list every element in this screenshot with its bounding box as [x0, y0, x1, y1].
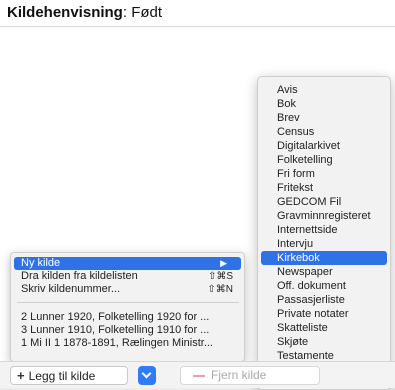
menu-item-recent-source[interactable]: 2 Lunner 1920, Folketelling 1920 for ...	[14, 311, 241, 324]
menu-item-shortcut: ⇧⌘N	[207, 284, 233, 295]
add-source-button[interactable]: + Legg til kilde	[10, 366, 128, 385]
submenu-item[interactable]: Intervju	[261, 237, 387, 251]
submenu-item[interactable]: Skjøte	[261, 335, 387, 349]
submenu-item[interactable]: Fritekst	[261, 181, 387, 195]
submenu-arrow-icon: ▶	[220, 258, 227, 268]
plus-icon: +	[17, 368, 25, 383]
remove-source-label: Fjern kilde	[211, 368, 267, 382]
add-source-label: Legg til kilde	[28, 369, 96, 383]
submenu-item[interactable]: Private notater	[261, 307, 387, 321]
menu-item-label: 3 Lunner 1910, Folketelling 1910 for ...	[21, 324, 210, 336]
menu-item-label: 1 Mi II 1 1878-1891, Rælingen Ministr...	[21, 337, 213, 349]
submenu-item[interactable]: Fri form	[261, 167, 387, 181]
submenu-item[interactable]: Digitalarkivet	[261, 139, 387, 153]
menu-item-recent-source[interactable]: 1 Mi II 1 1878-1891, Rælingen Ministr...	[14, 337, 241, 350]
menu-separator	[17, 302, 239, 303]
submenu-item[interactable]: Skatteliste	[261, 321, 387, 335]
submenu-item[interactable]: Newspaper	[261, 265, 387, 279]
source-citation-panel: Kildehenvisning: Født Ny kilde ▶ Dra kil…	[0, 0, 395, 390]
menu-item-type-source-number[interactable]: Skriv kildenummer... ⇧⌘N	[14, 283, 241, 296]
menu-item-new-source[interactable]: Ny kilde ▶	[14, 257, 241, 270]
submenu-item[interactable]: Internettside	[261, 223, 387, 237]
menu-item-drag-source[interactable]: Dra kilden fra kildelisten ⇧⌘S	[14, 270, 241, 283]
add-source-dropdown-button[interactable]	[138, 366, 156, 385]
submenu-item[interactable]: GEDCOM Fil	[261, 195, 387, 209]
new-source-type-submenu: Avis Bok Brev Census Digitalarkivet Folk…	[257, 76, 391, 390]
menu-item-label: 2 Lunner 1920, Folketelling 1920 for ...	[21, 311, 210, 323]
title-bar: Kildehenvisning: Født	[0, 0, 395, 27]
chevron-down-icon	[141, 368, 152, 379]
menu-item-label: Dra kilden fra kildelisten	[21, 270, 138, 282]
submenu-item[interactable]: Bok	[261, 97, 387, 111]
minus-icon	[193, 374, 205, 377]
remove-source-button[interactable]: Fjern kilde	[180, 366, 320, 385]
submenu-item[interactable]: Gravminnregisteret	[261, 209, 387, 223]
add-source-menu: Ny kilde ▶ Dra kilden fra kildelisten ⇧⌘…	[10, 252, 245, 362]
submenu-item[interactable]: Folketelling	[261, 153, 387, 167]
bottom-toolbar: + Legg til kilde Fjern kilde	[0, 361, 395, 388]
submenu-item-selected[interactable]: Kirkebok	[261, 251, 387, 265]
submenu-item[interactable]: Brev	[261, 111, 387, 125]
title-value: : Født	[122, 4, 163, 21]
menu-item-recent-source[interactable]: 3 Lunner 1910, Folketelling 1910 for ...	[14, 324, 241, 337]
menu-item-shortcut: ⇧⌘S	[207, 271, 233, 282]
submenu-item[interactable]: Avis	[261, 83, 387, 97]
title-label: Kildehenvisning	[7, 4, 123, 21]
submenu-item[interactable]: Off. dokument	[261, 279, 387, 293]
menu-item-label: Ny kilde	[21, 257, 61, 269]
panel-title: Kildehenvisning: Født	[7, 4, 162, 21]
menu-item-label: Skriv kildenummer...	[21, 283, 121, 295]
submenu-item[interactable]: Census	[261, 125, 387, 139]
submenu-item[interactable]: Passasjerliste	[261, 293, 387, 307]
